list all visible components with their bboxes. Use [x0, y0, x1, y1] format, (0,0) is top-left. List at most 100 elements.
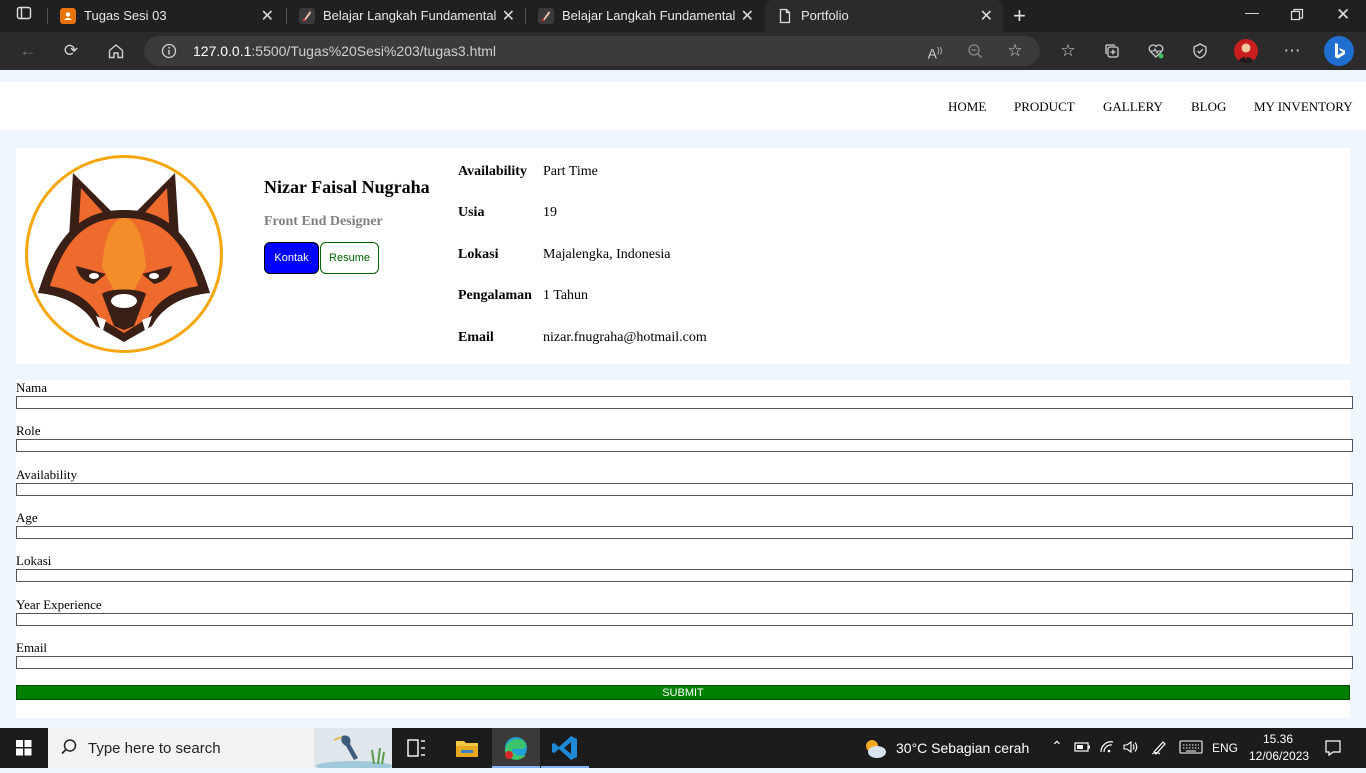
more-menu-icon[interactable]: ⋯: [1281, 40, 1303, 62]
nav-link-product[interactable]: PRODUCT: [1014, 99, 1075, 115]
language-indicator[interactable]: ENG: [1212, 741, 1238, 755]
role-input[interactable]: [16, 439, 1353, 452]
page-icon: [777, 8, 793, 24]
search-icon: [60, 738, 78, 760]
field-label-age: Age: [16, 510, 38, 525]
read-aloud-icon[interactable]: A)): [924, 40, 946, 62]
info-label-usia: Usia: [458, 205, 485, 220]
submit-button[interactable]: SUBMIT: [16, 685, 1350, 700]
profile-name: Nizar Faisal Nugraha: [264, 177, 430, 197]
field-label-nama: Nama: [16, 380, 48, 395]
home-icon[interactable]: [105, 40, 127, 62]
bing-copilot-icon[interactable]: [1324, 36, 1354, 66]
field-label-lokasi: Lokasi: [16, 553, 52, 568]
health-icon[interactable]: [1145, 40, 1167, 62]
url-path: :5500/Tugas%20Sesi%203/tugas3.html: [251, 43, 497, 59]
info-value-pengalaman: 1 Tahun: [543, 288, 589, 303]
site-navbar: HOME PRODUCT GALLERY BLOG MY INVENTORY: [0, 82, 1366, 130]
info-value-email: nizar.fnugraha@hotmail.com: [543, 330, 707, 345]
info-value-usia: 19: [543, 205, 557, 220]
info-value-availability: Part Time: [543, 164, 598, 179]
touch-keyboard-icon[interactable]: [1179, 740, 1203, 759]
tab-tugas-sesi[interactable]: Tugas Sesi 03 ✕: [48, 0, 284, 32]
resume-button[interactable]: Resume: [320, 242, 379, 274]
vscode-icon[interactable]: [541, 728, 589, 768]
task-view-icon[interactable]: [392, 728, 440, 768]
battery-icon[interactable]: [1074, 740, 1092, 759]
age-input[interactable]: [16, 526, 1353, 539]
profile-card: Nizar Faisal Nugraha Front End Designer …: [16, 148, 1350, 364]
close-icon[interactable]: ✕: [502, 6, 515, 26]
refresh-icon[interactable]: ⟳: [60, 40, 82, 62]
profile-avatar[interactable]: [1234, 39, 1258, 63]
wifi-icon[interactable]: [1099, 739, 1115, 760]
browser-toolbar: ← ⟳ 127.0.0.1:5500/Tugas%20Sesi%203/tuga…: [0, 32, 1366, 70]
nav-link-home[interactable]: HOME: [948, 99, 986, 115]
info-label-pengalaman: Pengalaman: [458, 288, 532, 303]
tab-belajar-1[interactable]: Belajar Langkah Fundamental Un ✕: [287, 0, 525, 32]
new-tab-icon[interactable]: +: [1013, 3, 1026, 29]
tab-portfolio[interactable]: Portfolio ✕: [765, 0, 1003, 32]
close-icon[interactable]: ✕: [741, 6, 754, 26]
search-placeholder: Type here to search: [88, 740, 221, 757]
file-explorer-icon[interactable]: [443, 728, 491, 768]
profile-role: Front End Designer: [264, 214, 383, 229]
windows-taskbar: Type here to search 30°C Sebagian cerah …: [0, 728, 1366, 771]
lokasi-input[interactable]: [16, 569, 1353, 582]
browser-essentials-icon[interactable]: [1189, 40, 1211, 62]
edge-browser-icon[interactable]: [492, 728, 540, 768]
close-icon[interactable]: ✕: [261, 6, 274, 26]
info-label-lokasi: Lokasi: [458, 247, 499, 262]
quill-icon: [299, 8, 315, 24]
kontak-button[interactable]: Kontak: [264, 242, 319, 274]
show-hidden-icons-icon[interactable]: ⌃: [1051, 738, 1063, 755]
clock-time[interactable]: 15.36: [1263, 732, 1293, 746]
email-input[interactable]: [16, 656, 1353, 669]
info-label-email: Email: [458, 330, 494, 345]
weather-icon[interactable]: [862, 736, 888, 765]
year-experience-input[interactable]: [16, 613, 1353, 626]
clock-date[interactable]: 12/06/2023: [1249, 749, 1309, 763]
tab-belajar-2[interactable]: Belajar Langkah Fundamental Un ✕: [526, 0, 764, 32]
field-label-availability: Availability: [16, 467, 78, 482]
restore-icon[interactable]: [1290, 8, 1304, 25]
tab-actions-icon[interactable]: [13, 5, 35, 27]
heron-search-illustration-icon: [314, 728, 392, 771]
page-viewport: HOME PRODUCT GALLERY BLOG MY INVENTORY N…: [0, 70, 1366, 728]
info-label-availability: Availability: [458, 164, 527, 179]
tab-title: Belajar Langkah Fundamental Un: [323, 8, 498, 23]
favorites-icon[interactable]: ☆: [1057, 40, 1079, 62]
availability-input[interactable]: [16, 483, 1353, 496]
volume-icon[interactable]: [1122, 740, 1140, 759]
favorite-star-icon[interactable]: ☆: [1004, 40, 1026, 62]
notification-icon[interactable]: [1324, 739, 1342, 762]
info-icon[interactable]: [158, 40, 180, 62]
nama-input[interactable]: [16, 396, 1353, 409]
tab-title: Portfolio: [801, 8, 849, 23]
back-icon[interactable]: ←: [17, 40, 39, 62]
quill-icon: [538, 8, 554, 24]
field-label-year-experience: Year Experience: [16, 597, 102, 612]
nav-link-my-inventory[interactable]: MY INVENTORY: [1254, 99, 1353, 115]
weather-text[interactable]: 30°C Sebagian cerah: [896, 740, 1029, 756]
info-value-lokasi: Majalengka, Indonesia: [543, 247, 671, 262]
pen-icon[interactable]: [1151, 739, 1169, 760]
fox-avatar-image: [25, 155, 223, 353]
field-label-email: Email: [16, 640, 48, 655]
close-window-icon[interactable]: ✕: [1336, 5, 1350, 25]
profile-form: Nama Role Availability Age Lokasi Year E…: [16, 380, 1353, 718]
minimize-icon[interactable]: —: [1245, 4, 1259, 20]
zoom-out-icon[interactable]: [964, 40, 986, 62]
taskbar-search-box[interactable]: Type here to search: [48, 728, 392, 771]
browser-tab-strip: Tugas Sesi 03 ✕ Belajar Langkah Fundamen…: [0, 0, 1366, 32]
close-icon[interactable]: ✕: [980, 6, 993, 26]
field-label-role: Role: [16, 423, 41, 438]
collections-icon[interactable]: [1101, 40, 1123, 62]
presentation-icon: [60, 8, 76, 24]
tab-title: Belajar Langkah Fundamental Un: [562, 8, 737, 23]
windows-start-icon[interactable]: [0, 728, 48, 768]
tab-title: Tugas Sesi 03: [84, 8, 167, 23]
nav-link-gallery[interactable]: GALLERY: [1103, 99, 1163, 115]
address-bar[interactable]: 127.0.0.1:5500/Tugas%20Sesi%203/tugas3.h…: [144, 36, 1040, 66]
nav-link-blog[interactable]: BLOG: [1191, 99, 1226, 115]
